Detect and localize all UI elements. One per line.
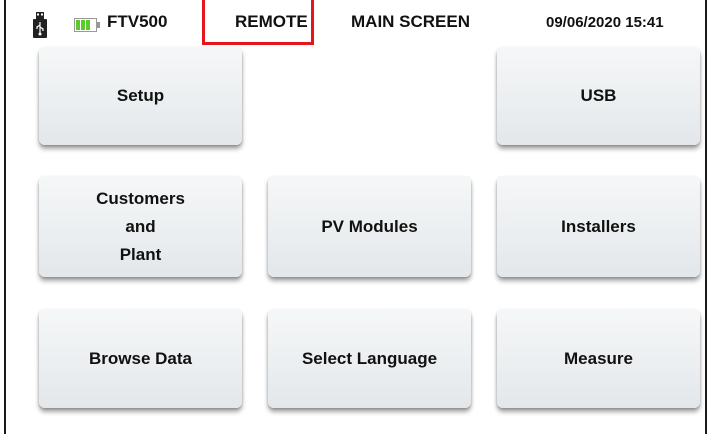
- setup-button-label: Setup: [116, 86, 165, 105]
- browse-data-button-label: Browse Data: [89, 348, 192, 368]
- usb-button[interactable]: USB: [497, 47, 700, 145]
- battery-icon: [74, 18, 100, 32]
- setup-button[interactable]: Setup: [39, 47, 242, 145]
- measure-button[interactable]: Measure: [497, 309, 700, 408]
- status-bar: FTV500 REMOTE MAIN SCREEN 09/06/2020 15:…: [6, 0, 705, 44]
- screen-frame-right: [705, 0, 707, 434]
- remote-highlight-box: [202, 0, 314, 45]
- select-language-button[interactable]: Select Language: [268, 309, 471, 408]
- usb-button-label: USB: [580, 86, 617, 105]
- usb-drive-icon: [33, 12, 47, 38]
- select-language-button-label: Select Language: [301, 348, 438, 368]
- pv-modules-button[interactable]: PV Modules: [268, 176, 471, 277]
- date-time: 09/06/2020 15:41: [546, 14, 664, 31]
- browse-data-button[interactable]: Browse Data: [39, 309, 242, 408]
- pv-modules-button-label: PV Modules: [321, 216, 418, 236]
- installers-button[interactable]: Installers: [497, 176, 700, 277]
- device-model: FTV500: [107, 12, 168, 31]
- screen-title: MAIN SCREEN: [351, 12, 471, 31]
- installers-button-label: Installers: [561, 216, 636, 236]
- customers-plant-button-label: Customers and Plant: [96, 188, 185, 264]
- screen-frame-left: [4, 0, 6, 434]
- customers-plant-button[interactable]: Customers and Plant: [39, 176, 242, 277]
- measure-button-label: Measure: [564, 348, 633, 368]
